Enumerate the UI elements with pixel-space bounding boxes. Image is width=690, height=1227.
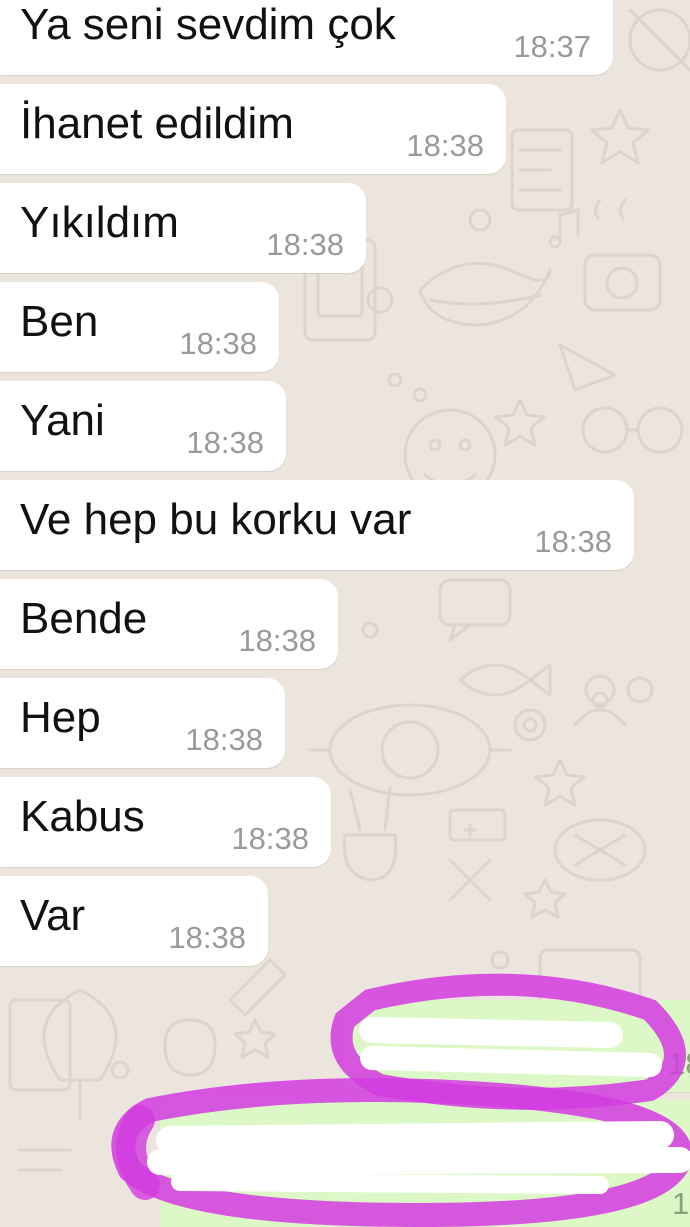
message-bubble-10[interactable]: Var 18:38: [0, 876, 268, 966]
message-time: 18:38: [238, 623, 316, 658]
outgoing-bubble-1[interactable]: [345, 1000, 690, 1092]
chat-background: Ya seni sevdim çok 18:37 İhanet edildim …: [0, 0, 690, 1227]
message-text: Yani: [20, 396, 105, 445]
message-bubble-2[interactable]: İhanet edildim 18:38: [0, 84, 506, 174]
message-time: 18:38: [266, 227, 344, 262]
message-bubble-9[interactable]: Kabus 18:38: [0, 777, 331, 867]
message-time: 18:38: [186, 425, 264, 460]
message-time: 18:37: [513, 29, 591, 64]
message-time: 18:38: [179, 326, 257, 361]
message-text: İhanet edildim: [20, 99, 294, 148]
message-text: Yıkıldım: [20, 198, 179, 247]
message-time: 18:38: [406, 128, 484, 163]
message-bubble-1[interactable]: Ya seni sevdim çok 18:37: [0, 0, 613, 75]
message-time: 18:38: [534, 524, 612, 559]
message-time: 18:38: [185, 722, 263, 757]
message-time: 18:38: [168, 920, 246, 955]
message-time: 18:38: [231, 821, 309, 856]
message-text: Var: [20, 891, 86, 940]
outgoing-time-2: 1: [672, 1186, 690, 1221]
message-bubble-8[interactable]: Hep 18:38: [0, 678, 285, 768]
outgoing-time-1: 18: [668, 1046, 690, 1081]
message-text: Ve hep bu korku var: [20, 495, 412, 544]
message-bubble-3[interactable]: Yıkıldım 18:38: [0, 183, 366, 273]
message-bubble-6[interactable]: Ve hep bu korku var 18:38: [0, 480, 634, 570]
message-text: Kabus: [20, 792, 145, 841]
message-bubble-4[interactable]: Ben 18:38: [0, 282, 279, 372]
message-text: Ya seni sevdim çok: [20, 0, 396, 49]
outgoing-bubble-2[interactable]: [160, 1100, 690, 1227]
message-text: Bende: [20, 594, 148, 643]
message-text: Ben: [20, 297, 99, 346]
message-bubble-5[interactable]: Yani 18:38: [0, 381, 286, 471]
message-bubble-7[interactable]: Bende 18:38: [0, 579, 338, 669]
message-text: Hep: [20, 693, 101, 742]
